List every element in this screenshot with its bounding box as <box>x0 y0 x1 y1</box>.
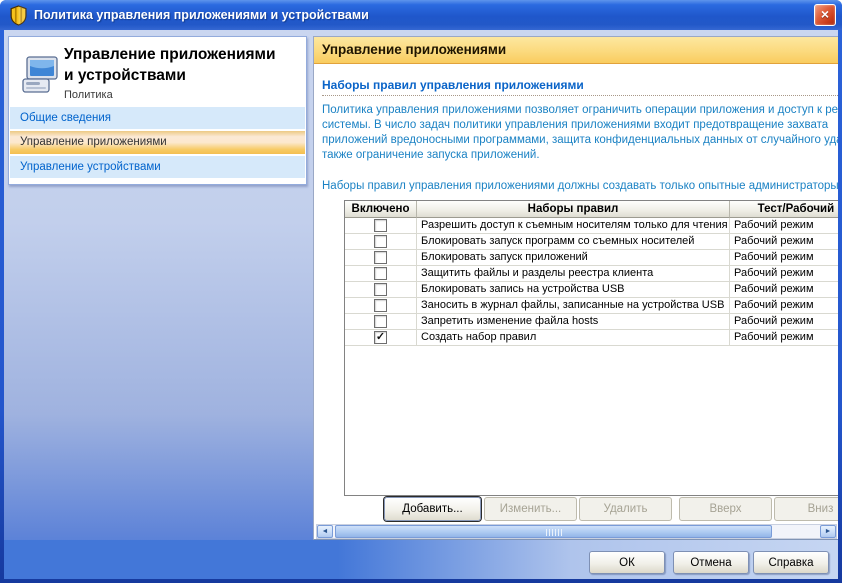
move-up-button[interactable]: Вверх <box>679 497 772 521</box>
table-row[interactable]: Блокировать запуск программ со съемных н… <box>345 234 838 250</box>
rule-mode: Рабочий режим <box>730 330 838 346</box>
table-row[interactable]: Блокировать запуск приложений Рабочий ре… <box>345 250 838 266</box>
rule-name: Защитить файлы и разделы реестра клиента <box>417 266 730 282</box>
table-header-row: Включено Наборы правил Тест/Рабочий режи… <box>345 201 838 218</box>
rule-name: Блокировать запуск приложений <box>417 250 730 266</box>
rule-checkbox[interactable] <box>374 299 387 312</box>
table-row[interactable]: Блокировать запись на устройства USB Раб… <box>345 282 838 298</box>
sidebar-heading: Управление приложениями и устройствами <box>64 44 276 86</box>
rule-name: Заносить в журнал файлы, записанные на у… <box>417 298 730 314</box>
add-button[interactable]: Добавить... <box>384 497 481 521</box>
rule-mode: Рабочий режим <box>730 314 838 330</box>
scrollbar-grip <box>545 529 562 536</box>
footer-bar: ОК Отмена Справка <box>4 540 838 579</box>
sidebar-item-applications[interactable]: Управление приложениями <box>10 131 305 154</box>
rule-checkbox[interactable] <box>374 315 387 328</box>
sidebar-subtitle: Политика <box>64 89 113 101</box>
rule-mode: Рабочий режим <box>730 250 838 266</box>
close-button[interactable]: × <box>814 4 836 26</box>
client-area: Управление приложениями и устройствами П… <box>4 30 838 579</box>
description-paragraph: Политика управления приложениями позволя… <box>322 104 838 161</box>
horizontal-scrollbar[interactable]: ◄ ► <box>316 524 837 539</box>
column-header-enabled[interactable]: Включено <box>345 201 417 218</box>
sidebar-item-general[interactable]: Общие сведения <box>10 107 305 129</box>
dialog-window: Политика управления приложениями и устро… <box>0 0 842 583</box>
delete-button[interactable]: Удалить <box>579 497 672 521</box>
page-title: Управление приложениями <box>314 37 838 64</box>
sidebar-item-devices[interactable]: Управление устройствами <box>10 156 305 178</box>
section-title: Наборы правил управления приложениями <box>322 78 584 92</box>
scroll-right-icon: ► <box>824 528 832 535</box>
rule-checkbox[interactable] <box>374 219 387 232</box>
rule-mode: Рабочий режим <box>730 298 838 314</box>
rule-mode: Рабочий режим <box>730 282 838 298</box>
table-row[interactable]: Запретить изменение файла hosts Рабочий … <box>345 314 838 330</box>
scrollbar-thumb[interactable] <box>335 525 772 538</box>
rule-checkbox[interactable]: ✓ <box>374 331 387 344</box>
rule-checkbox[interactable] <box>374 251 387 264</box>
table-row[interactable]: Защитить файлы и разделы реестра клиента… <box>345 266 838 282</box>
table-row[interactable]: Разрешить доступ к съемным носителям тол… <box>345 218 838 234</box>
scroll-left-button[interactable]: ◄ <box>317 525 333 538</box>
sidebar-panel: Управление приложениями и устройствами П… <box>8 36 307 185</box>
table-row[interactable]: Заносить в журнал файлы, записанные на у… <box>345 298 838 314</box>
rule-name: Блокировать запуск программ со съемных н… <box>417 234 730 250</box>
sidebar-heading-line2: и устройствами <box>64 67 186 84</box>
rule-name: Запретить изменение файла hosts <box>417 314 730 330</box>
close-icon: × <box>820 6 830 22</box>
move-down-button[interactable]: Вниз <box>774 497 838 521</box>
column-header-rules[interactable]: Наборы правил <box>417 201 730 218</box>
rule-checkbox[interactable] <box>374 283 387 296</box>
scroll-right-button[interactable]: ► <box>820 525 836 538</box>
divider <box>322 95 838 96</box>
rule-mode: Рабочий режим <box>730 218 838 234</box>
scroll-left-icon: ◄ <box>321 528 329 535</box>
help-button[interactable]: Справка <box>753 551 829 574</box>
column-header-mode[interactable]: Тест/Рабочий режим <box>730 201 838 218</box>
window-title: Политика управления приложениями и устро… <box>34 8 369 22</box>
content-panel: Управление приложениями Наборы правил уп… <box>313 36 838 540</box>
rule-mode: Рабочий режим <box>730 266 838 282</box>
rules-table: Включено Наборы правил Тест/Рабочий режи… <box>344 200 838 496</box>
shield-icon <box>8 4 29 26</box>
sidebar-nav: Общие сведения Управление приложениями У… <box>10 107 305 180</box>
rule-checkbox[interactable] <box>374 267 387 280</box>
rule-name: Разрешить доступ к съемным носителям тол… <box>417 218 730 234</box>
rule-name: Создать набор правил <box>417 330 730 346</box>
title-bar: Политика управления приложениями и устро… <box>0 0 842 30</box>
rule-checkbox[interactable] <box>374 235 387 248</box>
rule-mode: Рабочий режим <box>730 234 838 250</box>
edit-button[interactable]: Изменить... <box>484 497 577 521</box>
checkmark: ✓ <box>375 330 386 343</box>
table-row[interactable]: ✓ Создать набор правил Рабочий режим <box>345 330 838 346</box>
computer-icon <box>21 55 61 95</box>
ok-button[interactable]: ОК <box>589 551 665 574</box>
rule-name: Блокировать запись на устройства USB <box>417 282 730 298</box>
cancel-button[interactable]: Отмена <box>673 551 749 574</box>
note-paragraph: Наборы правил управления приложениями до… <box>322 180 838 192</box>
sidebar-heading-line1: Управление приложениями <box>64 46 276 63</box>
